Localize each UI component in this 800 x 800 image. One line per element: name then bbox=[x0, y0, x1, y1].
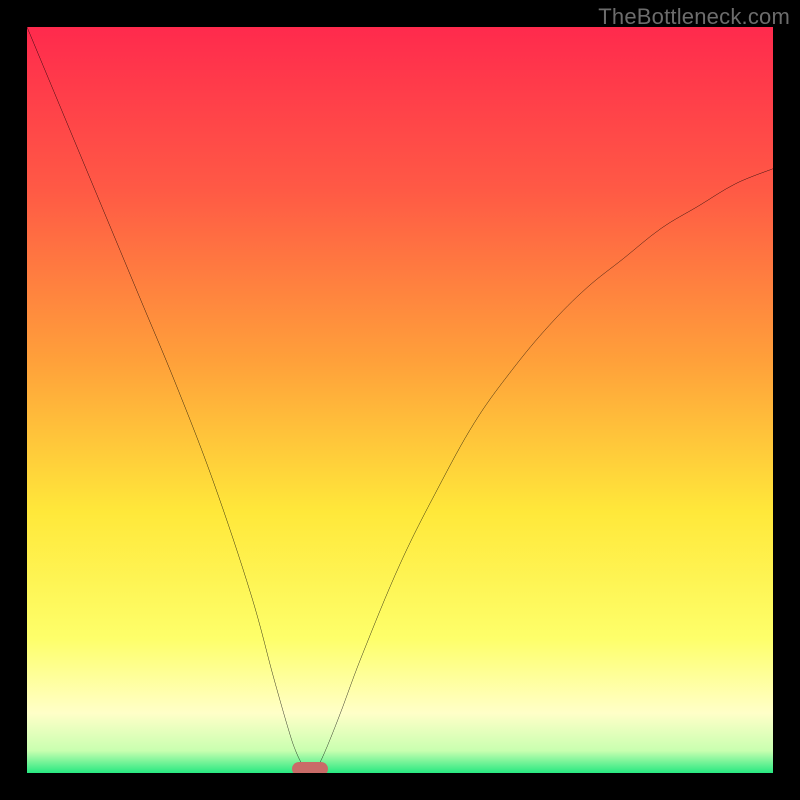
optimal-marker bbox=[292, 762, 328, 773]
watermark-text: TheBottleneck.com bbox=[598, 4, 790, 30]
chart-frame: TheBottleneck.com bbox=[0, 0, 800, 800]
bottleneck-curve bbox=[27, 27, 773, 773]
plot-area bbox=[27, 27, 773, 773]
